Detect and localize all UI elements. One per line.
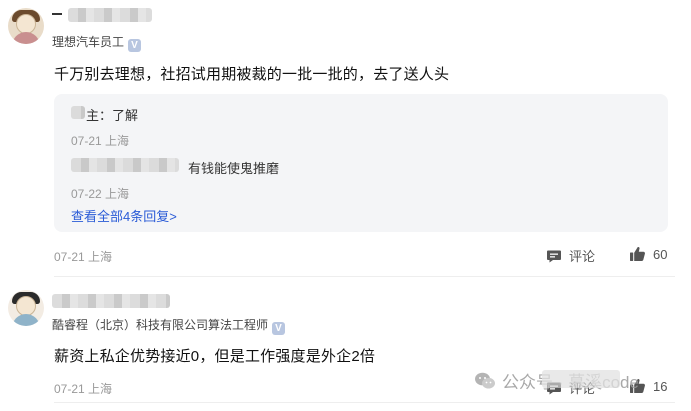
watermark-blur bbox=[542, 370, 620, 388]
comment-text: 薪资上私企优势接近0，但是工作强度是外企2倍 bbox=[54, 348, 376, 365]
view-all-replies-link[interactable]: 查看全部4条回复> bbox=[71, 206, 177, 225]
thumbs-up-icon bbox=[630, 246, 645, 261]
wechat-icon bbox=[475, 372, 495, 388]
comment-card: 理想汽车员工 V 千万别去理想，社招试用期被裁的一批一批的，去了送人头 主：了解 … bbox=[0, 0, 691, 275]
comment-text: 千万别去理想，社招试用期被裁的一批一批的，去了送人头 bbox=[54, 66, 450, 83]
comment-button[interactable]: 评论 bbox=[546, 246, 595, 265]
reply-thread: 主：了解 07-21 上海 有钱能使鬼推磨 07-22 上海 查看全部4条回复> bbox=[54, 94, 668, 232]
author-title-text: 理想汽车员工 bbox=[52, 35, 125, 49]
comment-label: 评论 bbox=[569, 249, 596, 264]
reply-text: 有钱能使鬼推磨 bbox=[188, 161, 280, 176]
author-subtitle: 理想汽车员工 V bbox=[52, 33, 142, 52]
blurred-reply-author bbox=[71, 106, 85, 119]
comment-time: 07-21 上海 bbox=[54, 250, 113, 264]
reply-text: 主：了解 bbox=[86, 108, 139, 123]
like-count: 60 bbox=[653, 246, 668, 262]
author-name-fragment bbox=[52, 13, 62, 15]
blurred-author-name bbox=[52, 294, 170, 308]
verified-badge-icon: V bbox=[272, 322, 286, 335]
reply-time: 07-22 上海 bbox=[71, 187, 130, 201]
reply-time: 07-21 上海 bbox=[71, 134, 130, 148]
like-button[interactable]: 60 bbox=[629, 246, 667, 262]
divider bbox=[54, 276, 675, 277]
author-subtitle: 酷睿程（北京）科技有限公司算法工程师 V bbox=[52, 316, 286, 335]
divider bbox=[54, 402, 675, 403]
blurred-author-name bbox=[68, 8, 152, 22]
avatar[interactable] bbox=[8, 8, 44, 44]
watermark: 公众号 · 慕溪code bbox=[474, 368, 639, 393]
blurred-reply-author bbox=[71, 158, 179, 172]
comment-icon bbox=[547, 250, 561, 262]
author-title-text: 酷睿程（北京）科技有限公司算法工程师 bbox=[52, 318, 269, 332]
comment-time: 07-21 上海 bbox=[54, 382, 113, 396]
avatar[interactable] bbox=[8, 290, 44, 326]
like-count: 16 bbox=[653, 378, 668, 394]
verified-badge-icon: V bbox=[128, 39, 142, 52]
